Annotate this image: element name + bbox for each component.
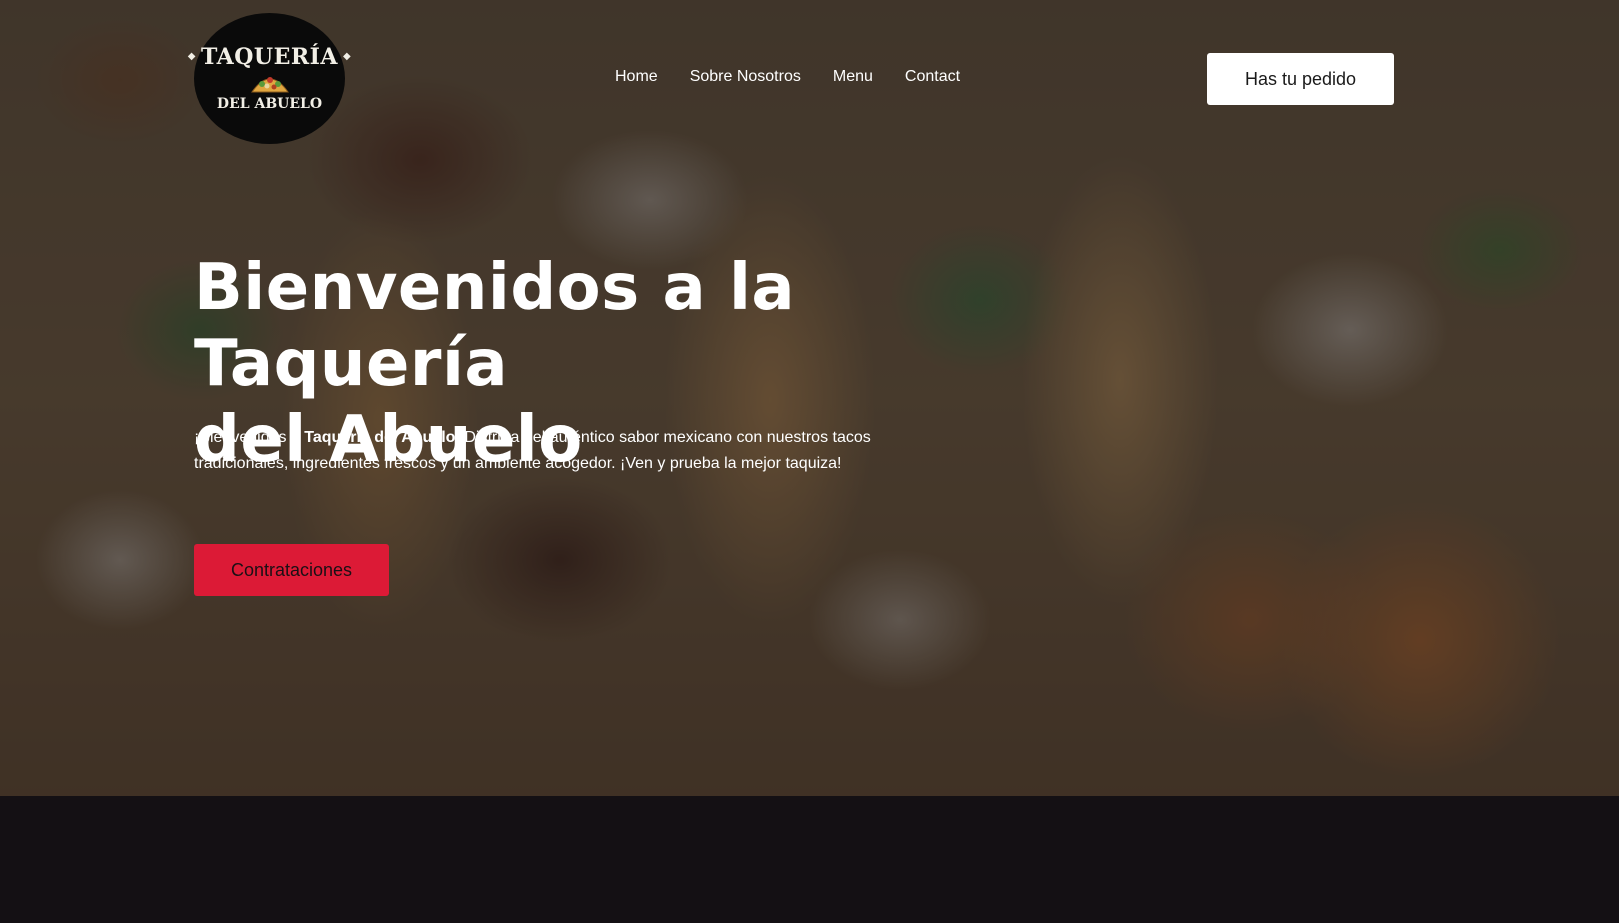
nav-menu[interactable]: Menu — [833, 68, 873, 86]
main-nav: Home Sobre Nosotros Menu Contact — [615, 68, 960, 86]
logo-top-text: TAQUERÍA — [201, 44, 338, 70]
logo-top-row: ◆ TAQUERÍA ◆ — [188, 46, 351, 68]
nav-home[interactable]: Home — [615, 68, 658, 86]
hero-section: ◆ TAQUERÍA ◆ DEL ABUELO Home Sobre Nosot… — [0, 0, 1619, 796]
hero-description-intro: ¡Bienvenidos a — [194, 429, 305, 446]
contrataciones-button[interactable]: Contrataciones — [194, 544, 389, 596]
page: ◆ TAQUERÍA ◆ DEL ABUELO Home Sobre Nosot… — [0, 0, 1619, 923]
nav-contact[interactable]: Contact — [905, 68, 960, 86]
lower-section — [0, 796, 1619, 923]
nav-sobre-nosotros[interactable]: Sobre Nosotros — [690, 68, 801, 86]
taco-icon — [250, 77, 289, 93]
hero-title-line-1: Bienvenidos a la Taquería — [194, 251, 796, 401]
logo-bottom-text: DEL ABUELO — [216, 96, 323, 112]
diamond-icon: ◆ — [343, 51, 352, 62]
hero-description: ¡Bienvenidos a Taquería del Abuelo! Disf… — [194, 425, 874, 477]
hero-description-brand: Taquería del Abuelo — [304, 429, 456, 446]
order-button[interactable]: Has tu pedido — [1207, 53, 1394, 105]
logo[interactable]: ◆ TAQUERÍA ◆ DEL ABUELO — [188, 13, 351, 144]
diamond-icon: ◆ — [187, 51, 196, 62]
